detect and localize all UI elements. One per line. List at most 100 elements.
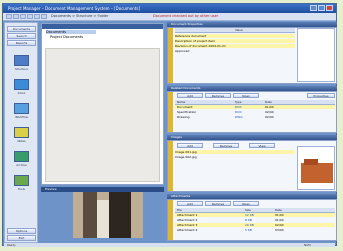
maximize-button[interactable] xyxy=(318,5,325,11)
cell-name: Document xyxy=(177,105,193,109)
workflow-icon[interactable] xyxy=(14,103,29,114)
minimize-button[interactable] xyxy=(310,5,317,11)
alert-text: Document checked out by other user xyxy=(153,14,219,18)
table-row[interactable]: Attachment 2 8 KB 01/04 xyxy=(175,218,335,222)
tree-header xyxy=(42,24,163,29)
toolbar: Documents > Structure > Folder Document … xyxy=(3,13,336,21)
mail-icon[interactable] xyxy=(14,79,29,90)
preview-title: Preview xyxy=(45,187,57,191)
panel-strip xyxy=(168,200,173,240)
table-row[interactable]: Attachment 4 5 KB 03/04 xyxy=(175,228,335,232)
add-image-button[interactable]: Add xyxy=(177,143,203,148)
nav-button-options[interactable]: Options xyxy=(7,228,36,234)
note-icon[interactable] xyxy=(14,127,29,138)
view-image-button[interactable]: View xyxy=(249,143,275,148)
cell-date: 02/04 xyxy=(265,110,274,114)
sidebar-item-workflow[interactable]: Workflow xyxy=(6,115,37,119)
table-row[interactable]: Attachment 3 20 KB 02/04 xyxy=(175,223,335,227)
list-item[interactable]: Image 002.jpg xyxy=(175,155,295,159)
sidebar-item-inbox[interactable]: Inbox xyxy=(6,91,37,95)
tools-icon[interactable] xyxy=(14,175,29,186)
cell-file: Attachment 1 xyxy=(177,213,198,217)
back-button[interactable] xyxy=(6,14,12,19)
nav-button-documents[interactable]: Documents xyxy=(7,26,36,32)
sidebar-item-tools[interactable]: Tools xyxy=(6,187,37,191)
table-row[interactable]: Specification DOC 02/04 xyxy=(175,110,335,114)
panel-strip xyxy=(168,28,173,83)
document-view-area xyxy=(45,48,160,182)
table-row[interactable]: Description of project item xyxy=(175,39,295,43)
table-row[interactable]: Attachment 1 12 KB 01/04 xyxy=(175,213,335,217)
cell-date: 01/04 xyxy=(275,213,284,217)
preview-image-detail xyxy=(109,192,131,238)
table-row[interactable]: Document DOC 01/04 xyxy=(175,105,335,109)
header-date: Date xyxy=(265,100,272,104)
remove-image-button[interactable]: Remove xyxy=(213,143,239,148)
status-left: Ready xyxy=(7,243,16,247)
cell-type: DOC xyxy=(235,105,242,109)
cell-date: 02/04 xyxy=(275,223,284,227)
header-type: Type xyxy=(235,100,242,104)
properties-header: Value xyxy=(175,28,295,33)
header-date: Date xyxy=(275,208,282,212)
panel-strip xyxy=(168,92,173,132)
nav-button-search[interactable]: Search xyxy=(7,33,36,39)
cell-size: 8 KB xyxy=(245,218,252,222)
preview-image-detail xyxy=(83,192,97,238)
folder-icon[interactable] xyxy=(14,55,29,66)
print-button[interactable] xyxy=(34,14,40,19)
cell-size: 12 KB xyxy=(245,213,254,217)
search-button[interactable] xyxy=(41,14,47,19)
add-attachment-button[interactable]: Add xyxy=(177,201,203,206)
machine-image-detail xyxy=(304,159,318,165)
left-nav: Documents Search Reports Structure Inbox… xyxy=(4,22,38,243)
panel-strip xyxy=(168,141,173,191)
properties-button[interactable]: Properties xyxy=(307,93,335,98)
table-row[interactable]: Reference document xyxy=(175,34,295,38)
table-row[interactable]: Revision of document 2004-01-21 xyxy=(175,44,295,48)
forward-button[interactable] xyxy=(13,14,19,19)
remove-button[interactable]: Remove xyxy=(205,93,231,98)
add-button[interactable]: Add xyxy=(177,93,203,98)
cell-name: Specification xyxy=(177,110,197,114)
nav-button-exit[interactable]: Exit xyxy=(7,235,36,241)
cell-date: 01/04 xyxy=(275,218,284,222)
tree-item[interactable]: Documents xyxy=(46,30,96,34)
tree-item[interactable]: Project Documents xyxy=(50,35,83,39)
save-button[interactable] xyxy=(27,14,33,19)
list-item[interactable]: Image 001.jpg xyxy=(175,150,295,154)
archive-icon[interactable] xyxy=(14,151,29,162)
close-button[interactable] xyxy=(326,5,333,11)
header-file: File xyxy=(177,208,182,212)
sidebar-item-notes[interactable]: Notes xyxy=(6,139,37,143)
cell-size: 5 KB xyxy=(245,228,252,232)
machine-image xyxy=(301,163,333,183)
preview-image-detail xyxy=(97,200,109,238)
sidebar-item-archive[interactable]: Archive xyxy=(6,163,37,167)
header-name: Name xyxy=(177,100,186,104)
title-bar: Project Manager – Document Management Sy… xyxy=(3,4,336,13)
image-thumbnail xyxy=(297,146,335,190)
cell-size: 20 KB xyxy=(245,223,254,227)
properties-header-label: Value xyxy=(235,28,243,32)
cell-file: Attachment 4 xyxy=(177,228,198,232)
table-row[interactable]: Approved xyxy=(175,49,295,53)
status-bar: Ready NUM xyxy=(4,243,335,247)
sidebar-item-structure[interactable]: Structure xyxy=(6,67,37,71)
cell-file: Attachment 3 xyxy=(177,223,198,227)
table-row[interactable]: Drawing DWG 02/04 xyxy=(175,115,335,119)
cell-date: 03/04 xyxy=(275,228,284,232)
nav-button-reports[interactable]: Reports xyxy=(7,40,36,46)
open-attachment-button[interactable]: Open xyxy=(233,201,259,206)
cell-file: Attachment 2 xyxy=(177,218,198,222)
path-text: Documents > Structure > Folder xyxy=(51,14,109,18)
new-button[interactable] xyxy=(20,14,26,19)
header-size: Size xyxy=(245,208,251,212)
window-title: Project Manager – Document Management Sy… xyxy=(8,6,141,11)
thumbnail-box xyxy=(297,28,335,82)
app-window: Project Manager – Document Management Sy… xyxy=(2,3,337,246)
open-button[interactable]: Open xyxy=(233,93,259,98)
cell-date: 01/04 xyxy=(265,105,274,109)
cell-type: DWG xyxy=(235,115,243,119)
remove-attachment-button[interactable]: Remove xyxy=(205,201,231,206)
